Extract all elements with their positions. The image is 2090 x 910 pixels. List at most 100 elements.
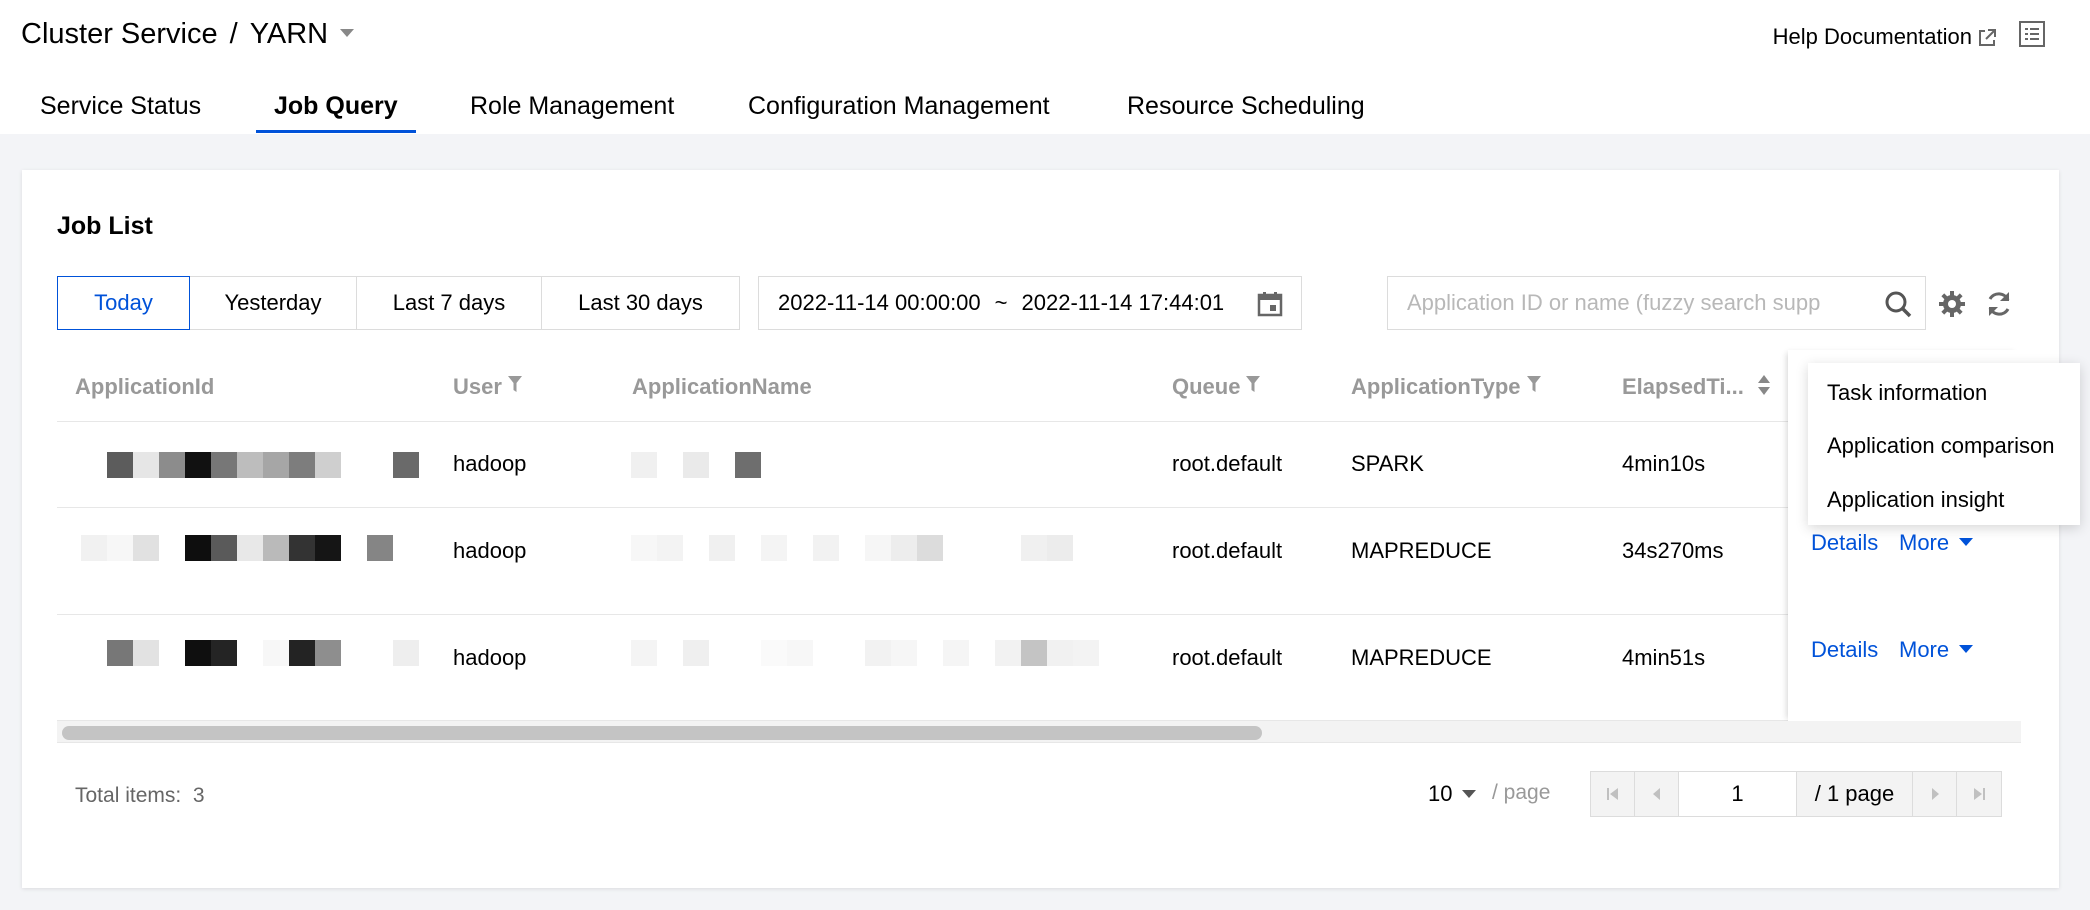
cell-user: hadoop xyxy=(453,451,527,476)
filter-icon[interactable] xyxy=(1526,376,1541,392)
column-queue[interactable]: Queue xyxy=(1172,374,1261,400)
cell-queue: root.default xyxy=(1172,451,1283,476)
help-label: Help Documentation xyxy=(1772,24,1972,49)
column-user-label: User xyxy=(453,374,502,399)
job-list-title: Job List xyxy=(57,212,153,240)
date-range-picker[interactable]: 2022-11-14 00:00:00 ~ 2022-11-14 17:44:0… xyxy=(758,276,1302,330)
tab-bar: Service Status Job Query Role Management… xyxy=(0,88,1600,134)
cell-elapsed-time: 4min51s xyxy=(1622,645,1706,670)
details-link[interactable]: Details xyxy=(1811,530,1878,556)
more-label: More xyxy=(1899,530,1950,555)
column-elapsed-time-label: ElapsedTi... xyxy=(1622,374,1744,399)
caret-down-icon xyxy=(1462,790,1477,798)
cell-queue: root.default xyxy=(1172,538,1283,563)
total-label: Total items: xyxy=(75,784,182,807)
more-dropdown-trigger[interactable]: More xyxy=(1899,637,1974,663)
page-size-value: 10 xyxy=(1428,781,1453,806)
column-application-name: ApplicationName xyxy=(632,374,812,399)
cell-application-type: SPARK xyxy=(1351,451,1424,476)
cell-application-type: MAPREDUCE xyxy=(1351,645,1492,670)
horizontal-scrollbar[interactable] xyxy=(57,721,2021,743)
table-row[interactable]: hadoop root.default MAPREDUCE 34s270ms xyxy=(57,508,2021,615)
caret-down-icon xyxy=(1959,645,1974,653)
cell-elapsed-time: 34s270ms xyxy=(1622,538,1724,563)
application-name-redacted xyxy=(631,640,1099,666)
document-list-icon[interactable] xyxy=(2018,20,2046,48)
refresh-icon[interactable] xyxy=(1984,289,2014,319)
cell-queue: root.default xyxy=(1172,645,1283,670)
column-application-id: ApplicationId xyxy=(75,374,215,399)
more-actions-menu: Task information Application comparison … xyxy=(1808,363,2080,525)
chevron-left-icon xyxy=(1652,788,1660,800)
filter-icon[interactable] xyxy=(507,376,522,392)
component-name: YARN xyxy=(249,18,329,50)
column-queue-label: Queue xyxy=(1172,374,1241,399)
tab-service-status[interactable]: Service Status xyxy=(40,92,201,121)
total-pages: / 1 page xyxy=(1797,772,1913,816)
page-number-input[interactable] xyxy=(1679,772,1797,816)
menu-item-task-information[interactable]: Task information xyxy=(1827,380,1987,406)
more-label: More xyxy=(1899,637,1950,662)
column-user[interactable]: User xyxy=(453,374,522,400)
last-page-icon xyxy=(1974,788,1985,800)
last-page-button[interactable] xyxy=(1957,772,2001,816)
column-application-type-label: ApplicationType xyxy=(1351,374,1521,399)
cell-user: hadoop xyxy=(453,538,527,563)
job-list-card: Job List Today Yesterday Last 7 days Las… xyxy=(22,170,2059,888)
caret-down-icon xyxy=(1959,538,1974,546)
application-search-input[interactable] xyxy=(1387,276,1926,330)
cell-elapsed-time: 4min10s xyxy=(1622,451,1706,476)
tab-job-query[interactable]: Job Query xyxy=(274,92,398,121)
total-items: Total items: 3 xyxy=(75,784,205,808)
range-last-30-days-button[interactable]: Last 30 days xyxy=(541,276,740,330)
more-dropdown-trigger[interactable]: More xyxy=(1899,530,1974,556)
chevron-right-icon xyxy=(1931,788,1939,800)
filter-icon[interactable] xyxy=(1246,376,1261,392)
column-application-type[interactable]: ApplicationType xyxy=(1351,374,1541,400)
cell-user: hadoop xyxy=(453,645,527,670)
search-icon[interactable] xyxy=(1884,290,1912,318)
first-page-icon xyxy=(1606,788,1618,800)
tab-role-management[interactable]: Role Management xyxy=(470,92,674,121)
next-page-button[interactable] xyxy=(1913,772,1957,816)
scrollbar-thumb[interactable] xyxy=(62,726,1262,740)
application-id-redacted xyxy=(81,535,393,561)
top-bar: Cluster Service / YARN Help Documentation … xyxy=(0,0,2090,134)
range-last-7-days-button[interactable]: Last 7 days xyxy=(356,276,542,330)
gear-icon[interactable] xyxy=(1937,289,1967,319)
per-page-label: / page xyxy=(1492,781,1551,804)
column-elapsed-time[interactable]: ElapsedTi... xyxy=(1622,374,1770,400)
table-row[interactable]: hadoop root.default SPARK 4min10s xyxy=(57,422,2021,508)
total-count: 3 xyxy=(192,784,205,807)
range-today-button[interactable]: Today xyxy=(57,276,190,330)
page-title: Cluster Service / YARN xyxy=(21,18,355,51)
pagination: / 1 page xyxy=(1590,771,2002,817)
date-separator: ~ xyxy=(994,290,1008,315)
breadcrumb-separator: / xyxy=(229,18,238,50)
external-link-icon xyxy=(1979,29,1996,46)
page-size-select[interactable]: 10 xyxy=(1428,781,1477,807)
application-name-redacted xyxy=(631,452,761,478)
caret-down-icon xyxy=(340,29,355,37)
active-tab-indicator xyxy=(256,130,416,133)
details-link[interactable]: Details xyxy=(1811,637,1878,663)
range-yesterday-button[interactable]: Yesterday xyxy=(189,276,357,330)
cell-application-type: MAPREDUCE xyxy=(1351,538,1492,563)
application-id-redacted xyxy=(107,640,419,666)
calendar-icon xyxy=(1257,292,1283,317)
menu-item-application-comparison[interactable]: Application comparison xyxy=(1827,433,2054,459)
menu-item-application-insight[interactable]: Application insight xyxy=(1827,487,2004,513)
first-page-button[interactable] xyxy=(1591,772,1635,816)
application-name-redacted xyxy=(631,535,1073,561)
table-header: ApplicationId User ApplicationName Queue… xyxy=(57,350,2021,422)
breadcrumb-service[interactable]: Cluster Service xyxy=(21,18,218,50)
date-end: 2022-11-14 17:44:01 xyxy=(1021,290,1225,315)
tab-configuration-management[interactable]: Configuration Management xyxy=(748,92,1050,121)
date-start: 2022-11-14 00:00:00 xyxy=(778,290,981,315)
sort-icon[interactable] xyxy=(1757,375,1770,395)
help-documentation-link[interactable]: Help Documentation xyxy=(1773,24,1996,50)
table-row[interactable]: hadoop root.default MAPREDUCE 4min51s xyxy=(57,615,2021,721)
component-selector[interactable]: YARN xyxy=(249,18,355,50)
prev-page-button[interactable] xyxy=(1635,772,1679,816)
tab-resource-scheduling[interactable]: Resource Scheduling xyxy=(1127,92,1365,121)
